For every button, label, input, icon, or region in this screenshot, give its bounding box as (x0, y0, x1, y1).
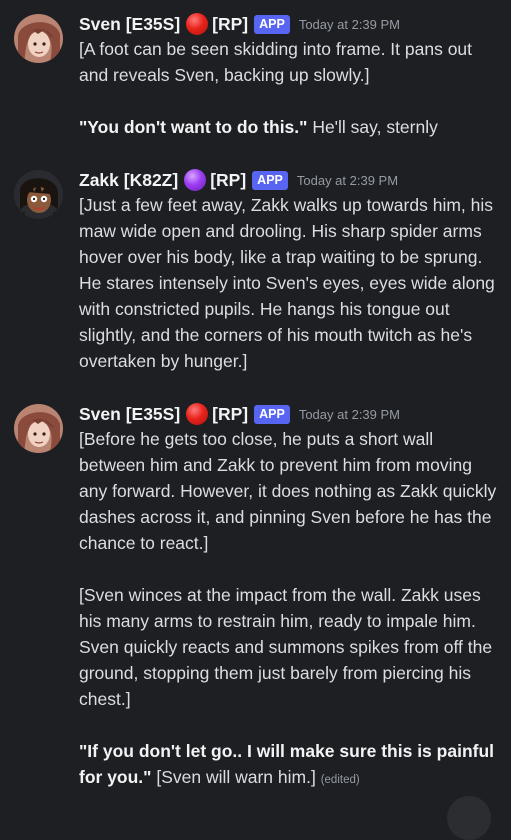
message-paragraph: [Just a few feet away, Zakk walks up tow… (79, 195, 495, 371)
message-paragraph: [Before he gets too close, he puts a sho… (79, 429, 497, 553)
app-badge: APP (252, 170, 288, 190)
narration: [Sven will warn him.] (151, 767, 316, 787)
avatar-zakk[interactable] (14, 170, 63, 219)
rp-tag: [RP] (212, 13, 249, 34)
username[interactable]: Sven [E35S] (79, 14, 180, 35)
timestamp[interactable]: Today at 2:39 PM (297, 173, 398, 188)
rp-tag: [RP] (210, 169, 247, 190)
timestamp[interactable]: Today at 2:39 PM (299, 17, 400, 32)
message-header: Sven [E35S] [RP] APP Today at 2:39 PM (79, 402, 400, 426)
message-header: Sven [E35S] [RP] APP Today at 2:39 PM (79, 12, 400, 36)
message-content: [A foot can be seen skidding into frame.… (79, 36, 499, 140)
avatar-sven[interactable] (14, 14, 63, 63)
quoted-dialogue: "You don't want to do this." (79, 117, 308, 137)
narration: He'll say, sternly (307, 117, 438, 137)
message-paragraph: [Sven winces at the impact from the wall… (79, 585, 493, 709)
edited-label: (edited) (320, 774, 360, 786)
message-paragraph: "If you don't let go.. I will make sure … (79, 738, 499, 793)
timestamp[interactable]: Today at 2:39 PM (299, 407, 400, 422)
app-badge: APP (254, 14, 290, 34)
app-badge: APP (254, 404, 290, 424)
username[interactable]: Zakk [K82Z] (79, 170, 178, 191)
rp-tag: [RP] (212, 403, 249, 424)
purple-circle-icon (184, 169, 207, 191)
red-circle-icon (186, 13, 209, 35)
red-circle-icon (186, 403, 209, 425)
message-header: Zakk [K82Z] [RP] APP Today at 2:39 PM (79, 168, 398, 192)
avatar-sven[interactable] (14, 404, 63, 453)
message-paragraph: "You don't want to do this." He'll say, … (79, 114, 499, 140)
scroll-to-bottom-button[interactable] (447, 796, 491, 840)
message-paragraph: [A foot can be seen skidding into frame.… (79, 39, 473, 85)
message-content: [Before he gets too close, he puts a sho… (79, 426, 499, 793)
username[interactable]: Sven [E35S] (79, 404, 180, 425)
message-content: [Just a few feet away, Zakk walks up tow… (79, 192, 499, 374)
